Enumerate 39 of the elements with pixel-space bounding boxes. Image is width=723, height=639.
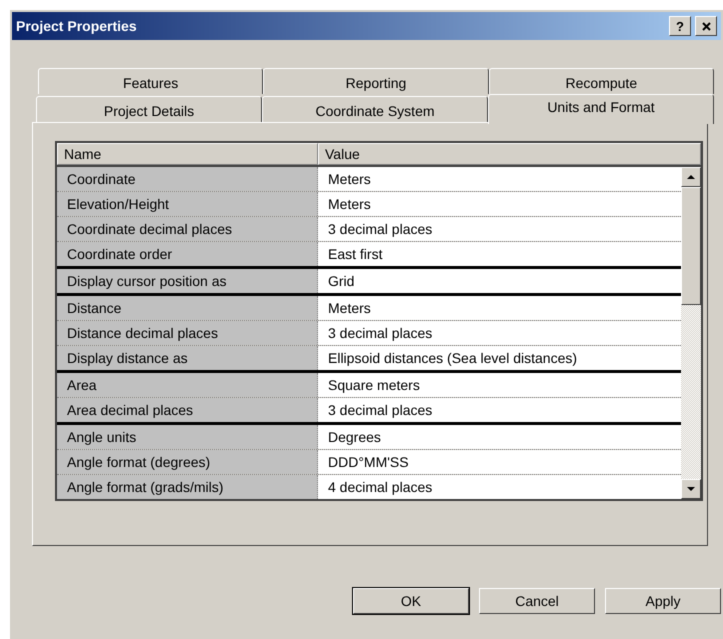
property-value[interactable]: 3 decimal places bbox=[318, 321, 681, 345]
property-name: Display cursor position as bbox=[57, 269, 318, 293]
property-name: Coordinate bbox=[57, 167, 318, 191]
property-name: Distance bbox=[57, 296, 318, 320]
property-name: Angle format (grads/mils) bbox=[57, 475, 318, 499]
help-button[interactable]: ? bbox=[669, 16, 691, 36]
property-name: Distance decimal places bbox=[57, 321, 318, 345]
column-header[interactable]: Name bbox=[57, 143, 318, 165]
property-name: Coordinate order bbox=[57, 242, 318, 266]
property-name: Angle units bbox=[57, 425, 318, 449]
property-name: Display distance as bbox=[57, 346, 318, 370]
property-value[interactable]: Square meters bbox=[318, 373, 681, 397]
tab[interactable]: Project Details bbox=[36, 96, 262, 122]
property-value[interactable]: Degrees bbox=[318, 425, 681, 449]
property-value[interactable]: East first bbox=[318, 242, 681, 266]
tab[interactable]: Reporting bbox=[263, 68, 489, 94]
tab[interactable]: Coordinate System bbox=[262, 96, 488, 122]
tab[interactable]: Features bbox=[38, 68, 264, 94]
property-name: Elevation/Height bbox=[57, 192, 318, 216]
property-name: Coordinate decimal places bbox=[57, 217, 318, 241]
property-value[interactable]: Meters bbox=[318, 192, 681, 216]
dialog-button[interactable]: OK bbox=[353, 588, 469, 614]
property-value[interactable]: 4 decimal places bbox=[318, 475, 681, 499]
property-value[interactable]: 3 decimal places bbox=[318, 217, 681, 241]
property-value[interactable]: 3 decimal places bbox=[318, 398, 681, 422]
property-value[interactable]: Meters bbox=[318, 167, 681, 191]
tab[interactable]: Recompute bbox=[488, 68, 714, 94]
dialog-button[interactable]: Cancel bbox=[479, 588, 595, 614]
tab[interactable]: Units and Format bbox=[488, 94, 714, 124]
property-value[interactable]: Meters bbox=[318, 296, 681, 320]
property-name: Area bbox=[57, 373, 318, 397]
column-header[interactable]: Value bbox=[318, 143, 701, 165]
property-value[interactable]: DDD°MM'SS bbox=[318, 450, 681, 474]
window-title: Project Properties bbox=[16, 18, 138, 34]
property-value[interactable]: Ellipsoid distances (Sea level distances) bbox=[318, 346, 681, 370]
dialog-button[interactable]: Apply bbox=[605, 588, 721, 614]
property-value[interactable]: Grid bbox=[318, 269, 681, 293]
property-name: Angle format (degrees) bbox=[57, 450, 318, 474]
property-name: Area decimal places bbox=[57, 398, 318, 422]
